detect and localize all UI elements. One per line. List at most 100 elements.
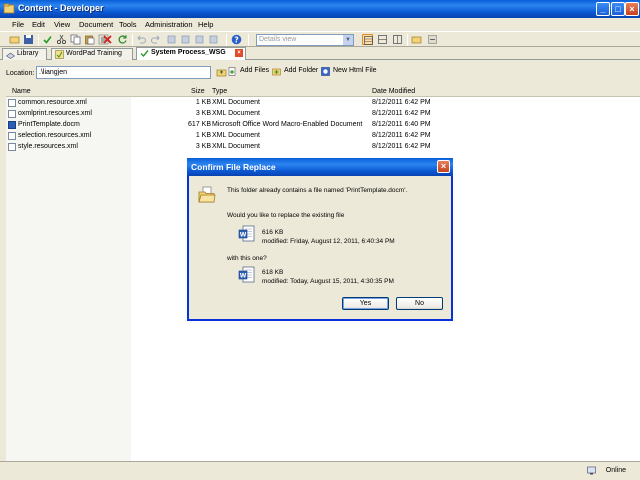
minimize-button[interactable]: _ bbox=[596, 2, 610, 16]
open-folder-icon[interactable] bbox=[9, 34, 20, 45]
menu-edit[interactable]: Edit bbox=[32, 20, 45, 29]
column-header-name[interactable]: Name bbox=[12, 88, 31, 95]
file-date: 8/12/2011 6:40 PM bbox=[372, 121, 431, 128]
existing-file-size: 616 KB bbox=[262, 229, 284, 236]
word-document-icon bbox=[8, 121, 16, 129]
view-select[interactable]: Details view ▼ bbox=[256, 34, 354, 46]
svg-text:W: W bbox=[240, 231, 247, 238]
options-icon[interactable] bbox=[427, 34, 438, 45]
wordpad-icon bbox=[55, 50, 64, 59]
add-files-label: Add Files bbox=[240, 67, 270, 74]
file-date: 8/12/2011 6:42 PM bbox=[372, 143, 431, 150]
status-bar: Online bbox=[0, 461, 640, 480]
check-icon bbox=[140, 50, 149, 58]
dialog-with-label: with this one? bbox=[227, 255, 267, 262]
check-in-icon[interactable] bbox=[42, 34, 53, 45]
view-select-value: Details view bbox=[259, 36, 297, 43]
dialog-close-button[interactable]: × bbox=[437, 160, 450, 173]
file-name: common.resource.xml bbox=[18, 99, 87, 106]
chevron-down-icon[interactable]: ▼ bbox=[343, 35, 353, 45]
location-bar: Location: .\liangjen Add Files Add Folde… bbox=[0, 61, 640, 85]
add-files-button[interactable]: Add Files bbox=[228, 67, 270, 76]
yes-button[interactable]: Yes bbox=[342, 297, 389, 310]
menu-document[interactable]: Document bbox=[79, 20, 113, 29]
redo-icon[interactable] bbox=[150, 34, 161, 45]
app-icon bbox=[3, 3, 15, 14]
toolbar: ? Details view ▼ bbox=[0, 31, 640, 47]
new-html-file-label: New Html File bbox=[333, 67, 377, 74]
toolbar-separator bbox=[132, 34, 133, 46]
xml-file-icon bbox=[8, 99, 16, 107]
close-button[interactable]: × bbox=[625, 2, 639, 16]
column-header-date-modified[interactable]: Date Modified bbox=[372, 88, 415, 95]
column-header-size[interactable]: Size bbox=[191, 88, 205, 95]
menu-view[interactable]: View bbox=[54, 20, 70, 29]
cut-icon[interactable] bbox=[56, 34, 67, 45]
dialog-message: This folder already contains a file name… bbox=[227, 187, 408, 194]
toolbar-separator bbox=[226, 34, 227, 46]
add-folder-button[interactable]: Add Folder bbox=[272, 67, 318, 76]
column-header-type[interactable]: Type bbox=[212, 88, 227, 95]
table-row[interactable]: PrintTemplate.docm 617 KB Microsoft Offi… bbox=[6, 120, 640, 130]
tool-icon[interactable] bbox=[194, 34, 205, 45]
dialog-question: Would you like to replace the existing f… bbox=[227, 212, 345, 219]
file-date: 8/12/2011 6:42 PM bbox=[372, 132, 431, 139]
tool-icon[interactable] bbox=[166, 34, 177, 45]
new-html-file-icon bbox=[321, 67, 330, 76]
menu-tools[interactable]: Tools bbox=[119, 20, 137, 29]
xml-file-icon bbox=[8, 110, 16, 118]
tab-system-process-wsg[interactable]: System Process_WSG × bbox=[136, 47, 246, 60]
svg-text:?: ? bbox=[234, 35, 238, 44]
table-row[interactable]: oxmlprint.resources.xml 3 KB XML Documen… bbox=[6, 109, 640, 119]
paste-icon[interactable] bbox=[84, 34, 95, 45]
menu-help[interactable]: Help bbox=[198, 20, 213, 29]
add-folder-icon bbox=[272, 68, 281, 76]
maximize-button[interactable]: □ bbox=[611, 2, 625, 16]
menu-bar: File Edit View Document Tools Administra… bbox=[0, 18, 640, 31]
save-icon[interactable] bbox=[23, 34, 34, 45]
menu-file[interactable]: File bbox=[12, 20, 24, 29]
list-view-icon[interactable] bbox=[377, 34, 388, 45]
word-document-icon: W bbox=[238, 266, 255, 283]
svg-text:W: W bbox=[240, 272, 247, 279]
file-name: oxmlprint.resources.xml bbox=[18, 110, 92, 117]
tool-icon[interactable] bbox=[208, 34, 219, 45]
new-html-file-button[interactable]: New Html File bbox=[321, 67, 377, 76]
tool-icon[interactable] bbox=[180, 34, 191, 45]
folder-up-icon[interactable] bbox=[411, 34, 422, 45]
window-titlebar: Content - Developer _ □ × bbox=[0, 0, 640, 18]
no-button[interactable]: No bbox=[396, 297, 443, 310]
refresh-icon[interactable] bbox=[117, 34, 128, 45]
copy-icon[interactable] bbox=[70, 34, 81, 45]
menu-administration[interactable]: Administration bbox=[145, 20, 193, 29]
tab-wordpad-training[interactable]: WordPad Training bbox=[51, 48, 133, 60]
location-input[interactable]: .\liangjen bbox=[36, 66, 211, 79]
undo-icon[interactable] bbox=[136, 34, 147, 45]
details-view-icon[interactable] bbox=[362, 34, 373, 45]
help-icon[interactable]: ? bbox=[231, 34, 242, 45]
document-tabs: Library WordPad Training System Process_… bbox=[0, 47, 640, 60]
file-size: 1 KB bbox=[195, 132, 211, 139]
delete-icon[interactable] bbox=[102, 34, 113, 45]
file-type: XML Document bbox=[212, 99, 260, 106]
table-row[interactable]: style.resources.xml 3 KB XML Document 8/… bbox=[6, 142, 640, 152]
file-type: Microsoft Office Word Macro-Enabled Docu… bbox=[212, 121, 363, 128]
status-online: Online bbox=[605, 467, 626, 474]
tab-library[interactable]: Library bbox=[2, 48, 47, 60]
folder-up-icon[interactable] bbox=[216, 67, 227, 78]
table-row[interactable]: common.resource.xml 1 KB XML Document 8/… bbox=[6, 98, 640, 108]
toolbar-separator bbox=[407, 34, 408, 46]
confirm-file-replace-dialog: Confirm File Replace × This folder alrea… bbox=[187, 158, 453, 321]
add-files-icon bbox=[228, 67, 236, 76]
file-date: 8/12/2011 6:42 PM bbox=[372, 110, 431, 117]
toolbar-separator bbox=[248, 34, 249, 46]
columns-view-icon[interactable] bbox=[392, 34, 403, 45]
file-type: XML Document bbox=[212, 143, 260, 150]
file-type: XML Document bbox=[212, 110, 260, 117]
online-icon bbox=[587, 466, 596, 475]
file-type: XML Document bbox=[212, 132, 260, 139]
file-size: 617 KB bbox=[188, 121, 211, 128]
close-icon[interactable]: × bbox=[235, 49, 243, 57]
table-row[interactable]: selection.resources.xml 1 KB XML Documen… bbox=[6, 131, 640, 141]
location-label: Location: bbox=[6, 70, 35, 77]
